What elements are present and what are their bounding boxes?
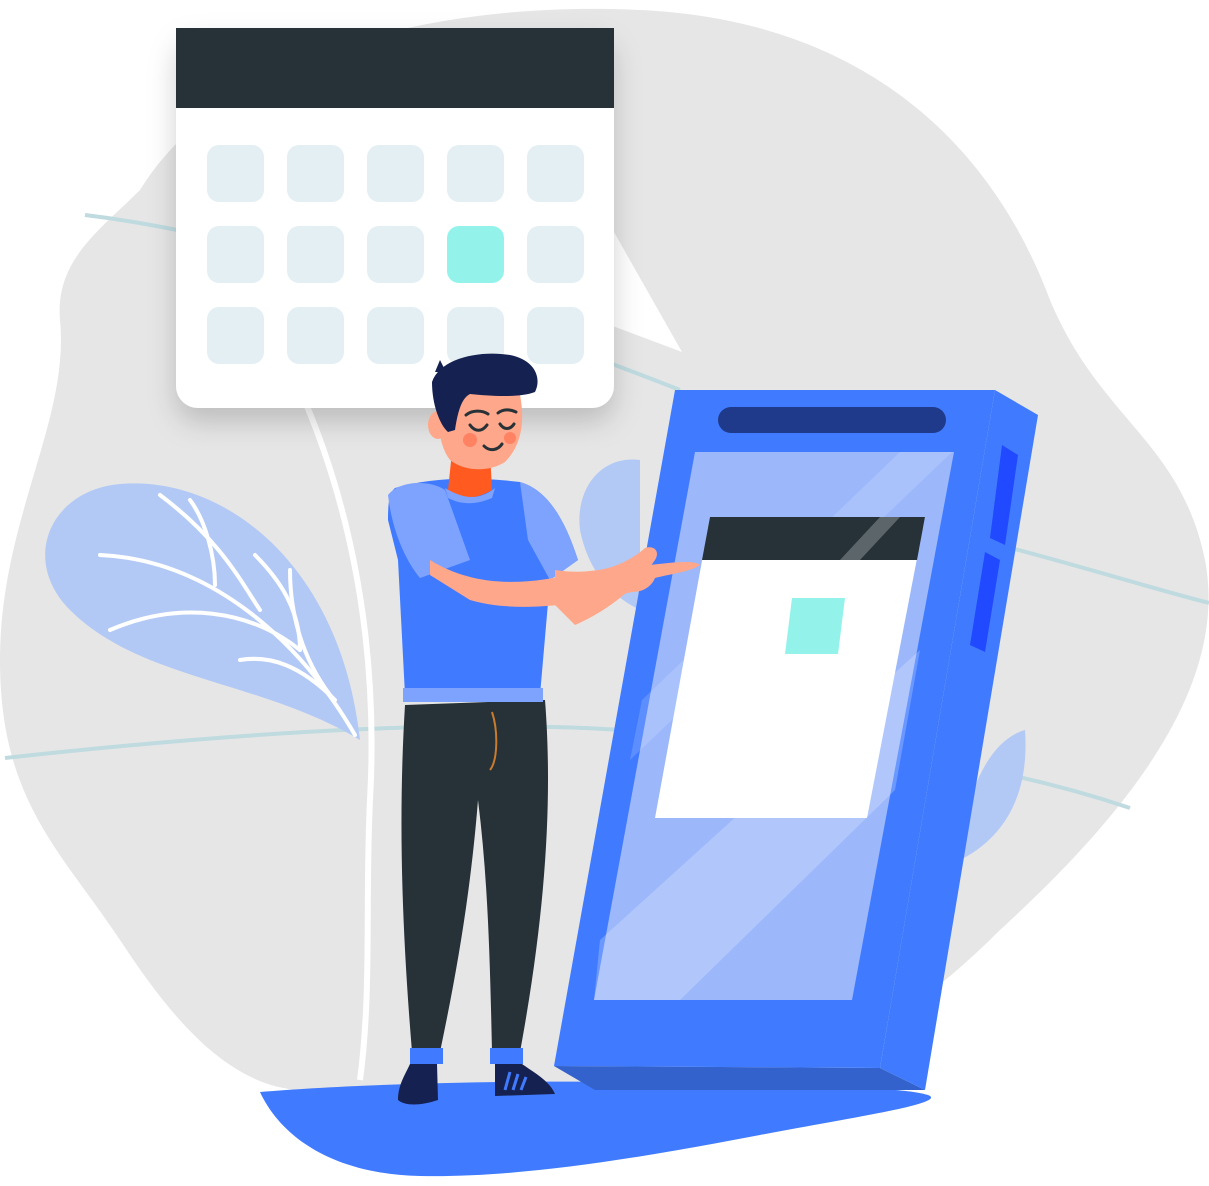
shirt-hem (403, 688, 543, 702)
left-sock (410, 1048, 443, 1064)
calendar-day (447, 145, 504, 202)
left-cheek (463, 433, 477, 447)
calendar-day (527, 226, 584, 283)
calendar-day (287, 226, 344, 283)
ground-shadow (260, 1081, 932, 1177)
calendar-grid (207, 145, 584, 364)
calendar-day (207, 307, 264, 364)
calendar-day (367, 145, 424, 202)
right-cheek (504, 432, 516, 444)
calendar-day (367, 226, 424, 283)
calendar-day (207, 226, 264, 283)
calendar-day (287, 307, 344, 364)
calendar-day (527, 307, 584, 364)
calendar-day (207, 145, 264, 202)
app-selected-day (785, 598, 845, 654)
phone-bottom-edge (554, 1066, 925, 1090)
calendar-card (176, 28, 682, 408)
calendar-day (367, 307, 424, 364)
scheduling-illustration (0, 8, 1209, 1177)
right-sock (490, 1048, 523, 1064)
calendar-day (287, 145, 344, 202)
phone-speaker (718, 407, 946, 433)
calendar-day (527, 145, 584, 202)
calendar-header-bar (176, 28, 614, 108)
calendar-day-highlighted (447, 226, 504, 283)
